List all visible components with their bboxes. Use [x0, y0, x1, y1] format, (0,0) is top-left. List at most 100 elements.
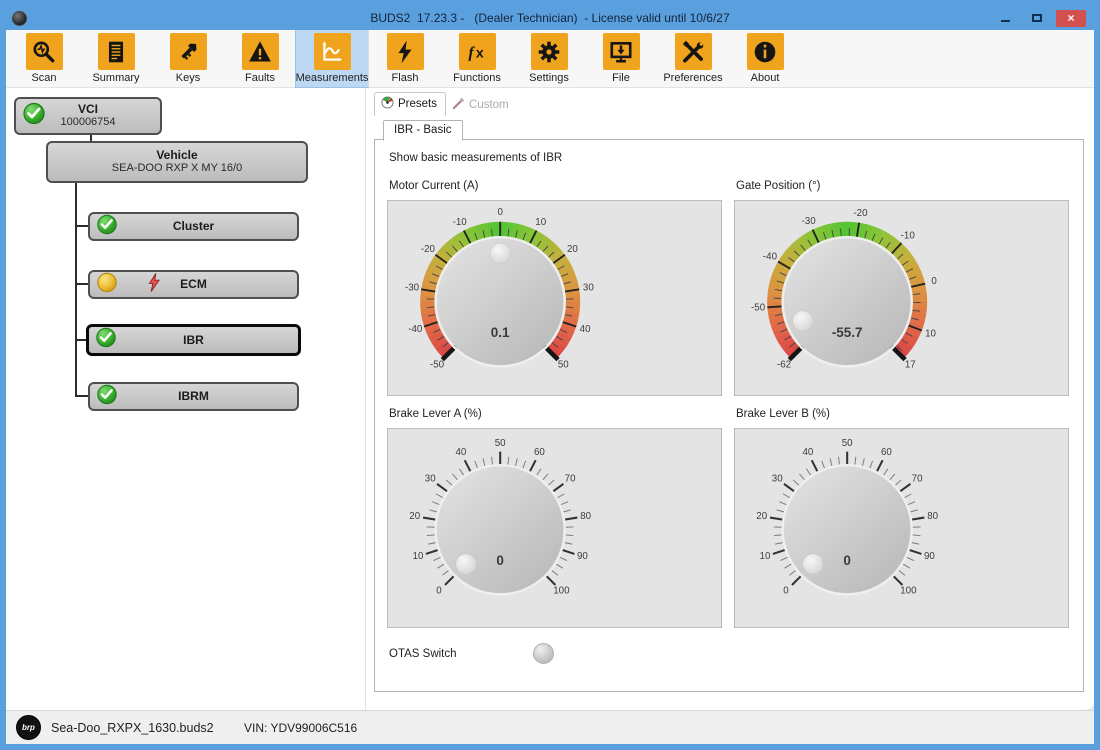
svg-text:-10: -10 — [901, 231, 916, 242]
functions-icon: fx — [459, 33, 496, 70]
toolbar: Scan Summary Keys Faults Measurements — [6, 30, 1094, 88]
toolbar-button-summary[interactable]: Summary — [80, 30, 152, 87]
content-area: VCI 100006754 Vehicle SEA-DOO RXP X MY 1… — [6, 88, 1094, 710]
status-warning-icon — [96, 271, 118, 298]
tree-node-vehicle[interactable]: Vehicle SEA-DOO RXP X MY 16/0 — [46, 141, 308, 183]
tab-ibr-basic[interactable]: IBR - Basic — [383, 120, 463, 141]
vin-label: VIN: YDV99006C516 — [244, 721, 357, 735]
svg-text:-50: -50 — [751, 303, 766, 314]
tab-presets[interactable]: Presets — [374, 92, 446, 116]
svg-text:30: 30 — [583, 282, 594, 293]
knob-gauge-svg: -50-40-30-20-10010203040500.1 — [393, 206, 612, 392]
toolbar-button-settings[interactable]: Settings — [513, 30, 585, 87]
otas-switch-label: OTAS Switch — [389, 648, 457, 660]
tree-connector — [75, 283, 89, 285]
gauge-value: 0 — [496, 553, 503, 568]
svg-text:-62: -62 — [777, 359, 791, 370]
gauge-value: 0.1 — [491, 325, 510, 340]
knob-indicator-dot — [490, 243, 510, 263]
toolbar-button-measurements[interactable]: Measurements — [296, 30, 368, 87]
svg-text:20: 20 — [756, 511, 767, 522]
mode-tabs: Presets Custom — [374, 94, 1084, 116]
about-icon — [747, 33, 784, 70]
svg-text:-20: -20 — [421, 244, 436, 255]
tree-node-ibr[interactable]: IBR — [86, 324, 301, 356]
close-button[interactable]: × — [1056, 10, 1086, 27]
svg-text:0: 0 — [783, 585, 789, 596]
brake-lever-a-gauge: 01020304050607080901000 — [387, 428, 722, 628]
tree-connector — [75, 183, 77, 397]
tab-custom[interactable]: Custom — [446, 94, 517, 116]
toolbar-button-faults[interactable]: Faults — [224, 30, 296, 87]
maximize-button[interactable] — [1024, 10, 1050, 27]
gauge-cell-motor-current: Motor Current (A) -50-40-30-20-100102030… — [387, 168, 722, 396]
svg-text:60: 60 — [881, 447, 892, 458]
status-ok-icon — [95, 327, 117, 354]
status-ok-icon — [96, 383, 118, 410]
svg-text:50: 50 — [842, 438, 853, 449]
svg-text:10: 10 — [413, 551, 424, 562]
presets-gauge-icon — [381, 96, 394, 112]
measurements-icon — [314, 33, 351, 70]
svg-text:-50: -50 — [430, 359, 445, 370]
status-ok-icon — [96, 213, 118, 240]
svg-text:30: 30 — [772, 473, 783, 484]
tree-node-ecm[interactable]: ECM — [88, 270, 299, 299]
statusbar: brp Sea-Doo_RXPX_1630.buds2 VIN: YDV9900… — [6, 710, 1094, 744]
svg-text:0: 0 — [436, 585, 442, 596]
file-icon — [603, 33, 640, 70]
svg-text:-20: -20 — [853, 208, 868, 219]
svg-text:90: 90 — [924, 551, 935, 562]
settings-icon — [531, 33, 568, 70]
toolbar-button-keys[interactable]: Keys — [152, 30, 224, 87]
gauge-label: Motor Current (A) — [389, 180, 722, 192]
flash-icon — [387, 33, 424, 70]
toolbar-button-functions[interactable]: fx Functions — [441, 30, 513, 87]
svg-text:70: 70 — [912, 473, 923, 484]
gate-position-gauge: -62-50-40-30-20-1001017-55.7 — [734, 200, 1069, 396]
svg-text:30: 30 — [425, 473, 436, 484]
toolbar-button-file[interactable]: File — [585, 30, 657, 87]
window-title: BUDS2 17.23.3 - (Dealer Technician) - Li… — [6, 11, 1094, 25]
tree-node-cluster[interactable]: Cluster — [88, 212, 299, 241]
svg-text:70: 70 — [565, 473, 576, 484]
brake-lever-b-gauge: 01020304050607080901000 — [734, 428, 1069, 628]
tree-connector — [75, 225, 89, 227]
maximize-icon — [1032, 14, 1042, 22]
svg-text:10: 10 — [760, 551, 771, 562]
svg-text:40: 40 — [580, 324, 591, 335]
knob-indicator-dot — [793, 311, 813, 331]
status-ok-icon — [22, 102, 46, 131]
titlebar: BUDS2 17.23.3 - (Dealer Technician) - Li… — [6, 6, 1094, 30]
minimize-icon — [1001, 20, 1010, 22]
svg-text:0: 0 — [497, 207, 503, 218]
gauge-cell-brake-lever-a: Brake Lever A (%) 0102030405060708090100… — [387, 396, 722, 628]
svg-text:100: 100 — [553, 585, 570, 596]
svg-text:17: 17 — [905, 359, 916, 370]
svg-text:20: 20 — [409, 511, 420, 522]
svg-text:80: 80 — [927, 511, 938, 522]
toolbar-button-flash[interactable]: Flash — [369, 30, 441, 87]
svg-text:f: f — [468, 43, 475, 61]
svg-text:10: 10 — [535, 217, 546, 228]
summary-icon — [98, 33, 135, 70]
motor-current-gauge: -50-40-30-20-10010203040500.1 — [387, 200, 722, 396]
session-file-name: Sea-Doo_RXPX_1630.buds2 — [51, 721, 214, 735]
svg-text:90: 90 — [577, 551, 588, 562]
svg-text:-40: -40 — [408, 324, 423, 335]
toolbar-button-preferences[interactable]: Preferences — [657, 30, 729, 87]
toolbar-button-about[interactable]: About — [729, 30, 801, 87]
tree-node-vci[interactable]: VCI 100006754 — [14, 97, 162, 135]
svg-text:40: 40 — [802, 447, 813, 458]
measurements-panel: Presets Custom IBR - Basic Show basic me… — [366, 88, 1094, 710]
gauge-cell-brake-lever-b: Brake Lever B (%) 0102030405060708090100… — [734, 396, 1069, 628]
knob-gauge-svg: -62-50-40-30-20-1001017-55.7 — [740, 206, 959, 392]
toolbar-button-scan[interactable]: Scan — [8, 30, 80, 87]
svg-text:60: 60 — [534, 447, 545, 458]
svg-text:-10: -10 — [453, 217, 468, 228]
window-controls: × — [992, 10, 1094, 27]
custom-wrench-icon — [452, 97, 465, 113]
knob-gauge-svg: 01020304050607080901000 — [740, 434, 959, 620]
tree-node-ibrm[interactable]: IBRM — [88, 382, 299, 411]
minimize-button[interactable] — [992, 10, 1018, 27]
